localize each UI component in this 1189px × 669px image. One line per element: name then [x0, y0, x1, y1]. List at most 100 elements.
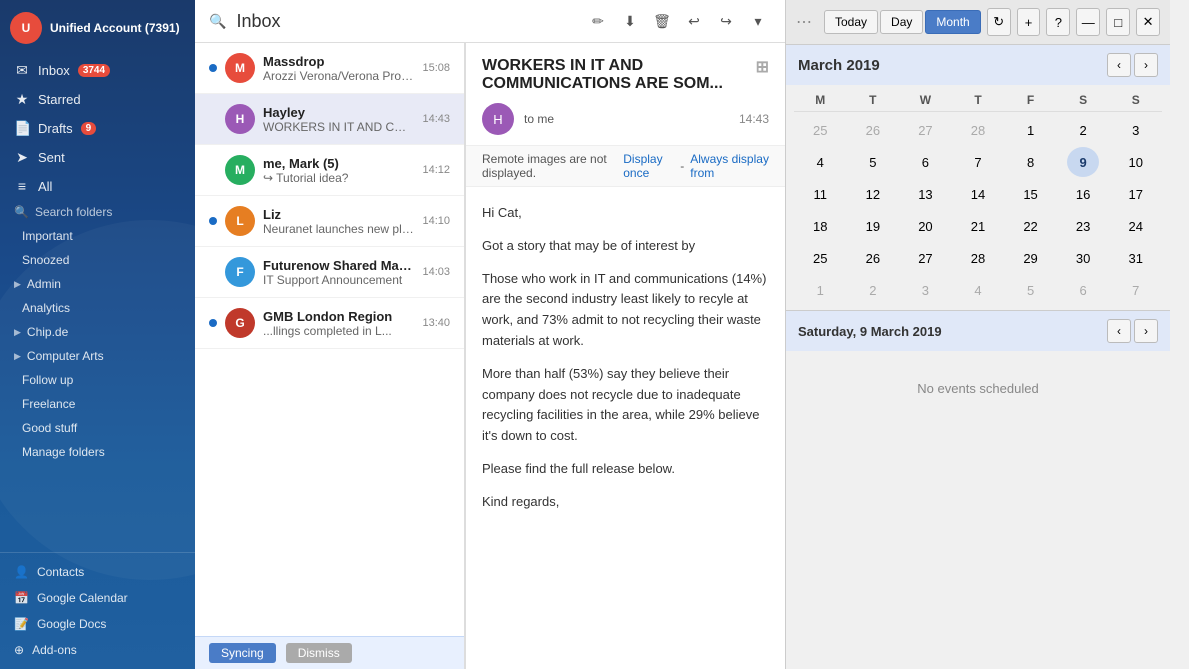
calendar-day[interactable]: 29: [1015, 243, 1047, 273]
next-date-button[interactable]: ›: [1134, 319, 1158, 343]
delete-button[interactable]: 🗑: [649, 8, 675, 34]
calendar-day-selected[interactable]: 9: [1067, 147, 1099, 177]
next-month-button[interactable]: ›: [1134, 53, 1158, 77]
email-row[interactable]: G GMB London Region ...llings completed …: [195, 298, 464, 349]
email-row[interactable]: M me, Mark (5) ↪ Tutorial idea? 14:12: [195, 145, 464, 196]
email-detail: WORKERS IN IT AND COMMUNICATIONS ARE SOM…: [465, 43, 785, 669]
help-button[interactable]: ?: [1046, 8, 1070, 36]
calendar-day[interactable]: 3: [909, 275, 941, 305]
sidebar-item-google-docs[interactable]: 📝 Google Docs: [0, 611, 195, 637]
calendar-day[interactable]: 3: [1120, 115, 1152, 145]
calendar-day[interactable]: 21: [962, 211, 994, 241]
forward-button[interactable]: ↪: [713, 8, 739, 34]
search-folders[interactable]: 🔍 Search folders: [0, 200, 195, 224]
calendar-day[interactable]: 20: [909, 211, 941, 241]
inbox-icon: ✉: [14, 62, 30, 79]
email-row[interactable]: M Massdrop Arozzi Verona/Verona Pro Seri…: [195, 43, 464, 94]
expand-icon[interactable]: ⊞: [756, 57, 769, 77]
sidebar-item-admin[interactable]: ▶ Admin: [0, 272, 195, 296]
calendar-day[interactable]: 1: [804, 275, 836, 305]
sidebar-item-analytics[interactable]: Analytics: [0, 296, 195, 320]
email-row[interactable]: H Hayley WORKERS IN IT AND COMMUNICATI..…: [195, 94, 464, 145]
calendar-day[interactable]: 17: [1120, 179, 1152, 209]
admin-label: Admin: [27, 277, 61, 291]
sidebar-item-starred[interactable]: ★ Starred: [0, 85, 195, 114]
calendar-day[interactable]: 5: [1015, 275, 1047, 305]
minimize-button[interactable]: —: [1076, 8, 1100, 36]
menu-dots-icon[interactable]: ⋯: [796, 12, 812, 32]
add-event-button[interactable]: +: [1017, 8, 1041, 36]
calendar-day[interactable]: 16: [1067, 179, 1099, 209]
month-button[interactable]: Month: [925, 10, 980, 34]
calendar-day[interactable]: 5: [857, 147, 889, 177]
sidebar-item-google-calendar[interactable]: 📅 Google Calendar: [0, 585, 195, 611]
sidebar-item-chipde[interactable]: ▶ Chip.de: [0, 320, 195, 344]
always-display-link[interactable]: Always display from: [690, 152, 769, 180]
calendar-day[interactable]: 1: [1015, 115, 1047, 145]
calendar-day[interactable]: 4: [962, 275, 994, 305]
display-once-link[interactable]: Display once: [623, 152, 674, 180]
sidebar-item-manage-folders[interactable]: Manage folders: [0, 440, 195, 464]
calendar-day[interactable]: 6: [1067, 275, 1099, 305]
calendar-day[interactable]: 7: [962, 147, 994, 177]
search-icon[interactable]: 🔍: [209, 13, 226, 30]
today-button[interactable]: Today: [824, 10, 878, 34]
sidebar-item-all[interactable]: ≡ All: [0, 172, 195, 200]
calendar-day[interactable]: 26: [857, 243, 889, 273]
calendar-day[interactable]: 12: [857, 179, 889, 209]
sidebar-item-drafts[interactable]: 📄 Drafts 9: [0, 114, 195, 143]
calendar-day[interactable]: 22: [1015, 211, 1047, 241]
sidebar-item-follow-up[interactable]: Follow up: [0, 368, 195, 392]
calendar-day[interactable]: 26: [857, 115, 889, 145]
calendar-day[interactable]: 28: [962, 243, 994, 273]
calendar-day[interactable]: 10: [1120, 147, 1152, 177]
calendar-day[interactable]: 25: [804, 115, 836, 145]
calendar-day[interactable]: 8: [1015, 147, 1047, 177]
syncing-button[interactable]: Syncing: [209, 643, 276, 663]
calendar-day[interactable]: 13: [909, 179, 941, 209]
calendar-day[interactable]: 24: [1120, 211, 1152, 241]
back-button[interactable]: ↩: [681, 8, 707, 34]
calendar-day[interactable]: 2: [1067, 115, 1099, 145]
calendar-day[interactable]: 27: [909, 115, 941, 145]
calendar-day[interactable]: 15: [1015, 179, 1047, 209]
calendar-day[interactable]: 30: [1067, 243, 1099, 273]
sidebar-item-sent[interactable]: ➤ Sent: [0, 143, 195, 172]
calendar-day[interactable]: 19: [857, 211, 889, 241]
sidebar-item-computer-arts[interactable]: ▶ Computer Arts: [0, 344, 195, 368]
maximize-button[interactable]: □: [1106, 8, 1130, 36]
sidebar-item-inbox[interactable]: ✉ Inbox 3744: [0, 56, 195, 85]
sidebar-item-snoozed[interactable]: Snoozed: [0, 248, 195, 272]
refresh-button[interactable]: ↻: [987, 8, 1011, 36]
calendar-day[interactable]: 18: [804, 211, 836, 241]
sidebar-item-add-ons[interactable]: ⊕ Add-ons: [0, 637, 195, 663]
calendar-day[interactable]: 4: [804, 147, 836, 177]
email-row[interactable]: F Futurenow Shared Mailbox IT Support An…: [195, 247, 464, 298]
calendar-day[interactable]: 2: [857, 275, 889, 305]
calendar-day[interactable]: 23: [1067, 211, 1099, 241]
calendar-day[interactable]: 27: [909, 243, 941, 273]
sidebar-item-freelance[interactable]: Freelance: [0, 392, 195, 416]
dismiss-button[interactable]: Dismiss: [286, 643, 352, 663]
prev-month-button[interactable]: ‹: [1107, 53, 1131, 77]
calendar-day[interactable]: 25: [804, 243, 836, 273]
drafts-icon: 📄: [14, 120, 30, 137]
calendar-day[interactable]: 11: [804, 179, 836, 209]
email-row[interactable]: L Liz Neuranet launches new platform, he…: [195, 196, 464, 247]
body-paragraph: More than half (53%) say they believe th…: [482, 364, 769, 447]
download-button[interactable]: ⬇: [617, 8, 643, 34]
calendar-day[interactable]: 31: [1120, 243, 1152, 273]
close-button[interactable]: ✕: [1136, 8, 1160, 36]
sidebar-item-important[interactable]: Important: [0, 224, 195, 248]
calendar-day[interactable]: 6: [909, 147, 941, 177]
prev-date-button[interactable]: ‹: [1107, 319, 1131, 343]
day-button[interactable]: Day: [880, 10, 923, 34]
more-button[interactable]: ▾: [745, 8, 771, 34]
calendar-day[interactable]: 28: [962, 115, 994, 145]
inbox-header: 🔍 Inbox ✏ ⬇ 🗑 ↩ ↪ ▾: [195, 0, 785, 43]
sidebar-item-contacts[interactable]: 👤 Contacts: [0, 559, 195, 585]
edit-button[interactable]: ✏: [585, 8, 611, 34]
calendar-day[interactable]: 14: [962, 179, 994, 209]
calendar-day[interactable]: 7: [1120, 275, 1152, 305]
sidebar-item-good-stuff[interactable]: Good stuff: [0, 416, 195, 440]
